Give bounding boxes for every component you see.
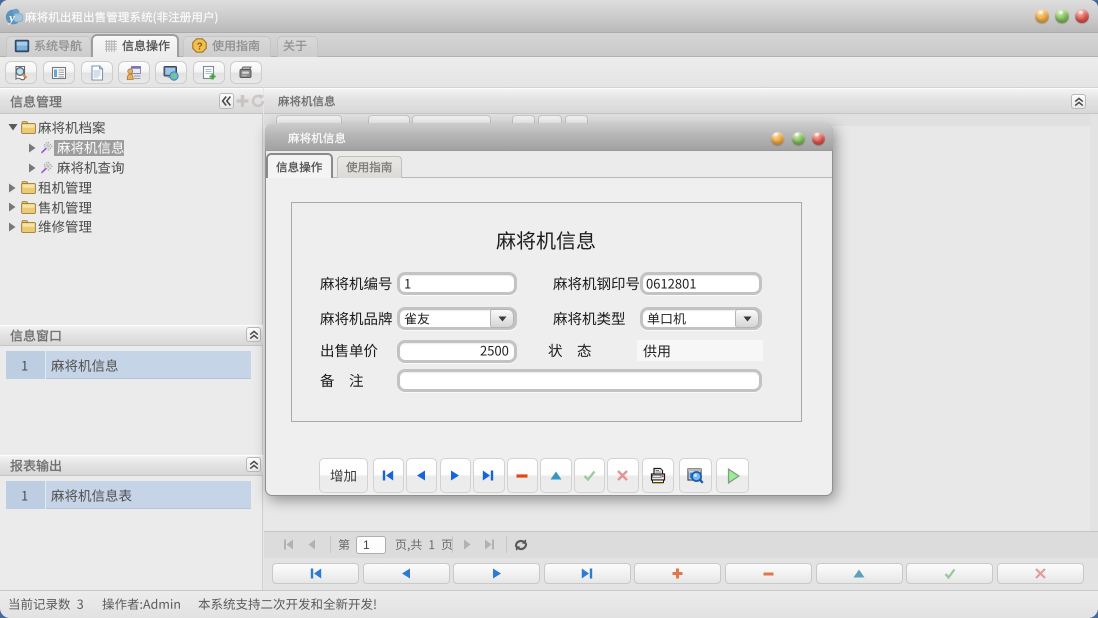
svg-text:y: y [7,10,15,25]
svg-text:?: ? [197,42,203,53]
